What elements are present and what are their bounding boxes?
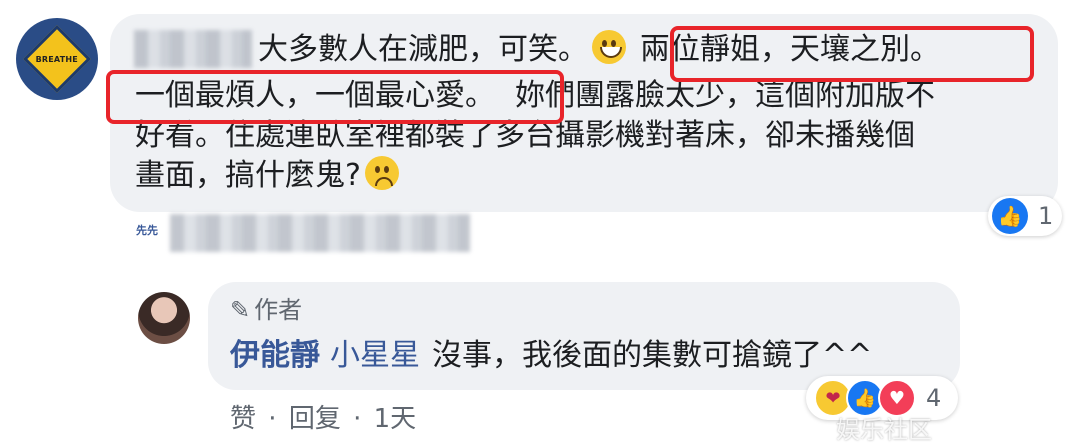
reply-content: 伊能靜 小星星 沒事，我後面的集數可搶鏡了^^ <box>230 336 872 376</box>
comment-line-1-text: 大多數人在減肥，可笑。 <box>258 32 588 67</box>
comment-reaction-count: 1 <box>1038 202 1054 230</box>
reply-author-name[interactable]: 伊能靜 <box>230 338 320 373</box>
action-separator: · <box>268 404 277 434</box>
comment-reactions[interactable]: 👍 1 <box>988 196 1062 236</box>
reply-timestamp[interactable]: 1天 <box>374 404 417 434</box>
comment-line-4: 畫面，搞什麼鬼? <box>135 156 403 196</box>
author-badge-label: 作者 <box>254 296 303 324</box>
pencil-icon: ✎ <box>230 296 251 324</box>
reply-text: 沒事，我後面的集數可搶鏡了^^ <box>432 338 873 373</box>
reply-author-avatar[interactable] <box>138 292 190 344</box>
like-link[interactable]: 赞 <box>230 404 256 434</box>
commenter-name-blurred[interactable] <box>134 30 252 68</box>
reply-link[interactable]: 回复 <box>289 404 341 434</box>
frowning-face-icon <box>364 156 399 190</box>
breathe-sign-icon: BREATHE <box>23 25 91 93</box>
reply-actions: 赞 · 回复 · 1天 <box>230 398 420 435</box>
thumbs-up-icon: 👍 <box>992 198 1028 234</box>
reply-mention-tag[interactable]: 小星星 <box>330 338 420 373</box>
avatar-sign-text: BREATHE <box>35 54 79 64</box>
reply-reaction-count: 4 <box>926 384 942 412</box>
comment-line-2-text: 妳們團露臉太少，這個附加版不 <box>515 78 935 113</box>
highlight-box-1 <box>670 26 1034 82</box>
commenter-avatar[interactable]: BREATHE <box>16 18 98 100</box>
comment-sub-label: 先先 <box>136 224 158 237</box>
author-badge: ✎ 作者 <box>230 290 302 325</box>
comment-actions-blurred[interactable] <box>170 214 470 252</box>
watermark: 娱乐社区 <box>836 416 932 444</box>
action-separator: · <box>353 404 362 434</box>
comment-line-4-text: 畫面，搞什麼鬼? <box>135 158 361 193</box>
highlight-box-2 <box>106 70 564 124</box>
grinning-face-icon <box>592 30 626 64</box>
